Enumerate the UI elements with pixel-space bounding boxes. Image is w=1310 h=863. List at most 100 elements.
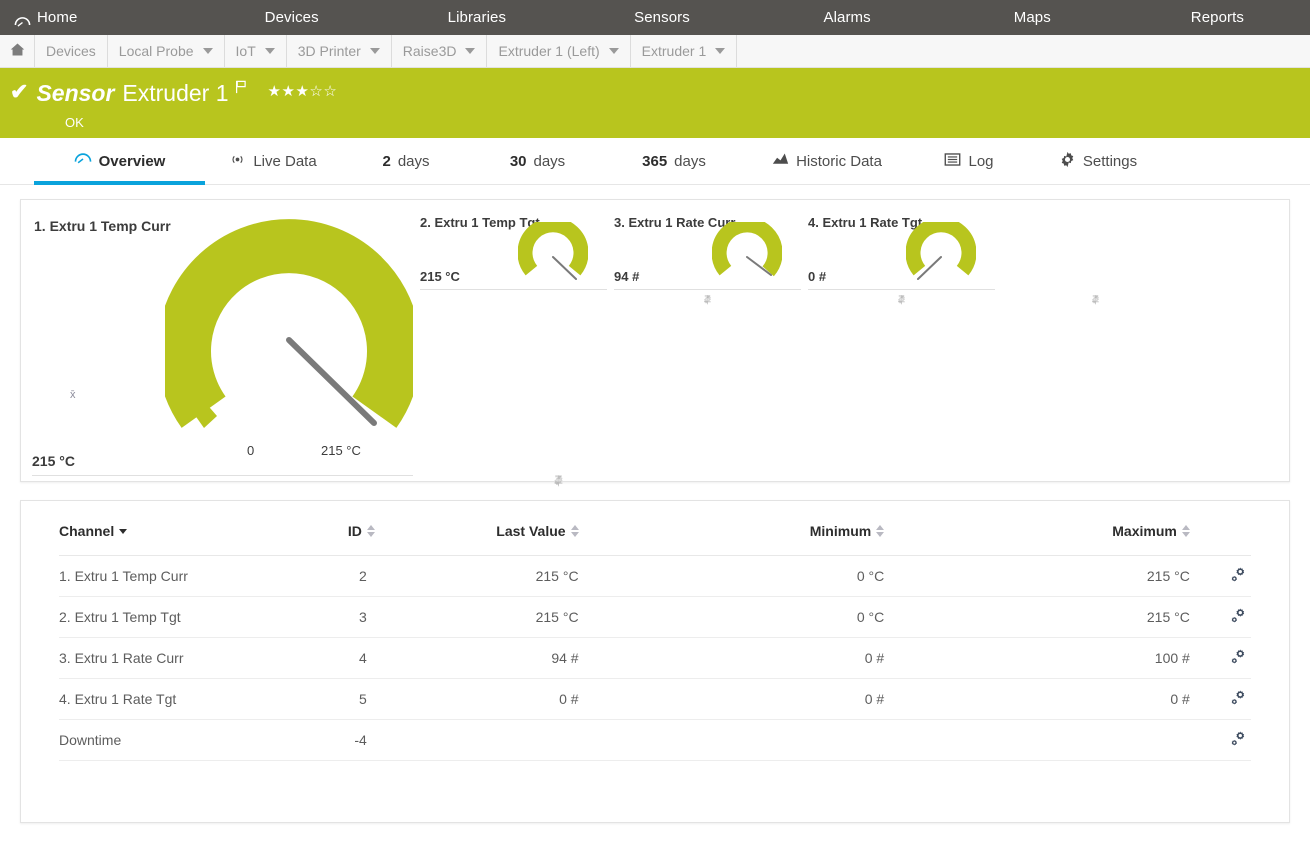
cell-channel: 3. Extru 1 Rate Curr bbox=[59, 637, 314, 679]
breadcrumb-item-local-probe[interactable]: Local Probe bbox=[108, 35, 225, 67]
tab-label: Log bbox=[968, 152, 994, 170]
tab-2-days[interactable]: 2 days bbox=[341, 138, 471, 185]
status-check-icon: ✔ bbox=[10, 79, 29, 104]
tab-label: Settings bbox=[1082, 152, 1138, 170]
chevron-down-icon[interactable] bbox=[465, 48, 476, 54]
tab-log[interactable]: Log bbox=[910, 138, 1028, 185]
sort-toggle-icon[interactable] bbox=[1181, 525, 1190, 537]
secondary-gauge-rate-tgt[interactable]: 4. Extru 1 Rate Tgt 0 # bbox=[801, 200, 1099, 305]
tab-30-days[interactable]: 30 days bbox=[471, 138, 604, 185]
tab-days-unit: days bbox=[533, 152, 566, 170]
column-header-last-value[interactable]: Last Value bbox=[374, 523, 579, 556]
gear-icon bbox=[1059, 151, 1076, 172]
breadcrumb-item-raise3d[interactable]: Raise3D bbox=[392, 35, 488, 67]
primary-gauge[interactable]: 1. Extru 1 Temp Curr x̄ 0 215 °C 215 °C bbox=[21, 200, 563, 487]
topnav-item-reports[interactable]: Reports bbox=[1125, 0, 1310, 35]
cell-maximum bbox=[884, 719, 1190, 761]
breadcrumb-item-extruder-1[interactable]: Extruder 1 bbox=[631, 35, 738, 67]
cell-last-value bbox=[374, 719, 579, 761]
tab-days-number: 365 bbox=[642, 152, 668, 170]
cell-minimum: 0 °C bbox=[578, 596, 885, 638]
column-header-id[interactable]: ID bbox=[313, 523, 375, 556]
breadcrumb-item-iot[interactable]: IoT bbox=[225, 35, 287, 67]
sort-toggle-icon[interactable] bbox=[876, 525, 885, 537]
table-row[interactable]: 2. Extru 1 Temp Tgt 3 215 °C 0 °C 215 °C bbox=[59, 596, 1251, 638]
tab-settings[interactable]: Settings bbox=[1028, 138, 1168, 185]
chevron-down-icon[interactable] bbox=[608, 48, 619, 54]
sort-toggle-icon[interactable] bbox=[366, 525, 375, 537]
secondary-gauge-temp-tgt[interactable]: 2. Extru 1 Temp Tgt 215 °C bbox=[413, 200, 711, 305]
column-header-minimum[interactable]: Minimum bbox=[578, 523, 885, 556]
star-filled[interactable]: ★ bbox=[268, 83, 282, 100]
column-header-maximum[interactable]: Maximum bbox=[884, 523, 1190, 556]
tab-live-data[interactable]: Live Data bbox=[205, 138, 341, 185]
chevron-down-icon[interactable] bbox=[369, 48, 380, 54]
topnav-item-maps[interactable]: Maps bbox=[940, 0, 1125, 35]
channels-card: Channel ID Last Value Minimum Maximum 1.… bbox=[20, 500, 1290, 823]
star-filled[interactable]: ★ bbox=[281, 83, 295, 100]
topnav-label-home: Home bbox=[37, 9, 78, 26]
column-header-channel[interactable]: Channel bbox=[59, 523, 314, 556]
sort-desc-icon[interactable] bbox=[119, 528, 128, 534]
flag-icon[interactable] bbox=[234, 80, 248, 99]
chevron-down-icon[interactable] bbox=[264, 48, 275, 54]
gauge-scale-min: 0 bbox=[247, 443, 255, 458]
cell-id: 2 bbox=[313, 555, 375, 597]
star-filled[interactable]: ★ bbox=[295, 83, 309, 100]
topnav-item-libraries[interactable]: Libraries bbox=[384, 0, 569, 35]
gears-icon[interactable] bbox=[1228, 649, 1247, 669]
cell-last-value: 215 °C bbox=[374, 555, 579, 597]
status-badge: OK bbox=[65, 115, 84, 130]
star-empty[interactable]: ☆ bbox=[309, 83, 323, 100]
priority-rating[interactable]: ★★★☆☆ bbox=[268, 82, 338, 100]
page-title: Extruder 1 bbox=[122, 80, 229, 106]
cell-id: -4 bbox=[313, 719, 375, 761]
chevron-down-icon[interactable] bbox=[202, 48, 213, 54]
gears-icon[interactable] bbox=[1228, 567, 1247, 587]
cell-minimum bbox=[578, 719, 885, 761]
breadcrumb-label: Devices bbox=[46, 43, 96, 59]
breadcrumb-item-extruder-1-left[interactable]: Extruder 1 (Left) bbox=[487, 35, 631, 67]
breadcrumb-item-devices[interactable]: Devices bbox=[35, 35, 108, 67]
gears-icon[interactable] bbox=[1228, 731, 1247, 751]
topnav-item-alarms[interactable]: Alarms bbox=[755, 0, 940, 35]
column-label: Maximum bbox=[1112, 523, 1177, 539]
gears-icon[interactable] bbox=[1228, 608, 1247, 628]
cell-actions bbox=[1189, 596, 1251, 638]
cell-maximum: 215 °C bbox=[884, 555, 1190, 597]
table-row[interactable]: 1. Extru 1 Temp Curr 2 215 °C 0 °C 215 °… bbox=[59, 555, 1251, 597]
sensor-status-header: ✔ Sensor Extruder 1 ★★★☆☆ OK bbox=[0, 68, 1310, 138]
breadcrumb-label: Local Probe bbox=[118, 43, 194, 59]
cell-id: 5 bbox=[313, 678, 375, 720]
tab-label: Live Data bbox=[253, 152, 317, 170]
topnav-item-devices[interactable]: Devices bbox=[199, 0, 384, 35]
breadcrumb-item-3d-printer[interactable]: 3D Printer bbox=[287, 35, 392, 67]
top-navigation-bar: Home Devices Libraries Sensors Alarms Ma… bbox=[0, 0, 1310, 35]
column-label: Channel bbox=[59, 523, 115, 539]
cell-maximum: 215 °C bbox=[884, 596, 1190, 638]
breadcrumb-home-button[interactable] bbox=[0, 35, 35, 67]
cell-actions bbox=[1189, 637, 1251, 679]
gauge-divider bbox=[420, 289, 607, 290]
tab-overview[interactable]: Overview bbox=[34, 138, 205, 185]
tab-365-days[interactable]: 365 days bbox=[604, 138, 744, 185]
star-empty[interactable]: ☆ bbox=[323, 83, 337, 100]
gears-icon[interactable] bbox=[1228, 690, 1247, 710]
tab-days-number: 2 bbox=[382, 152, 391, 170]
tab-historic-data[interactable]: Historic Data bbox=[744, 138, 910, 185]
gauge-divider bbox=[32, 475, 413, 476]
secondary-gauge-rate-curr[interactable]: 3. Extru 1 Rate Curr 94 # bbox=[607, 200, 905, 305]
gauge-icon bbox=[74, 150, 92, 172]
cell-id: 4 bbox=[313, 637, 375, 679]
sort-toggle-icon[interactable] bbox=[570, 525, 579, 537]
chevron-down-icon[interactable] bbox=[715, 48, 726, 54]
table-row[interactable]: Downtime -4 bbox=[59, 719, 1251, 761]
gauge-value: 215 °C bbox=[32, 453, 75, 469]
home-icon bbox=[10, 42, 25, 60]
table-row[interactable]: 3. Extru 1 Rate Curr 4 94 # 0 # 100 # bbox=[59, 637, 1251, 679]
channels-table: Channel ID Last Value Minimum Maximum 1.… bbox=[59, 523, 1251, 761]
topnav-item-sensors[interactable]: Sensors bbox=[569, 0, 754, 35]
table-row[interactable]: 4. Extru 1 Rate Tgt 5 0 # 0 # 0 # bbox=[59, 678, 1251, 720]
cell-last-value: 215 °C bbox=[374, 596, 579, 638]
topnav-item-home[interactable]: Home bbox=[0, 0, 199, 35]
